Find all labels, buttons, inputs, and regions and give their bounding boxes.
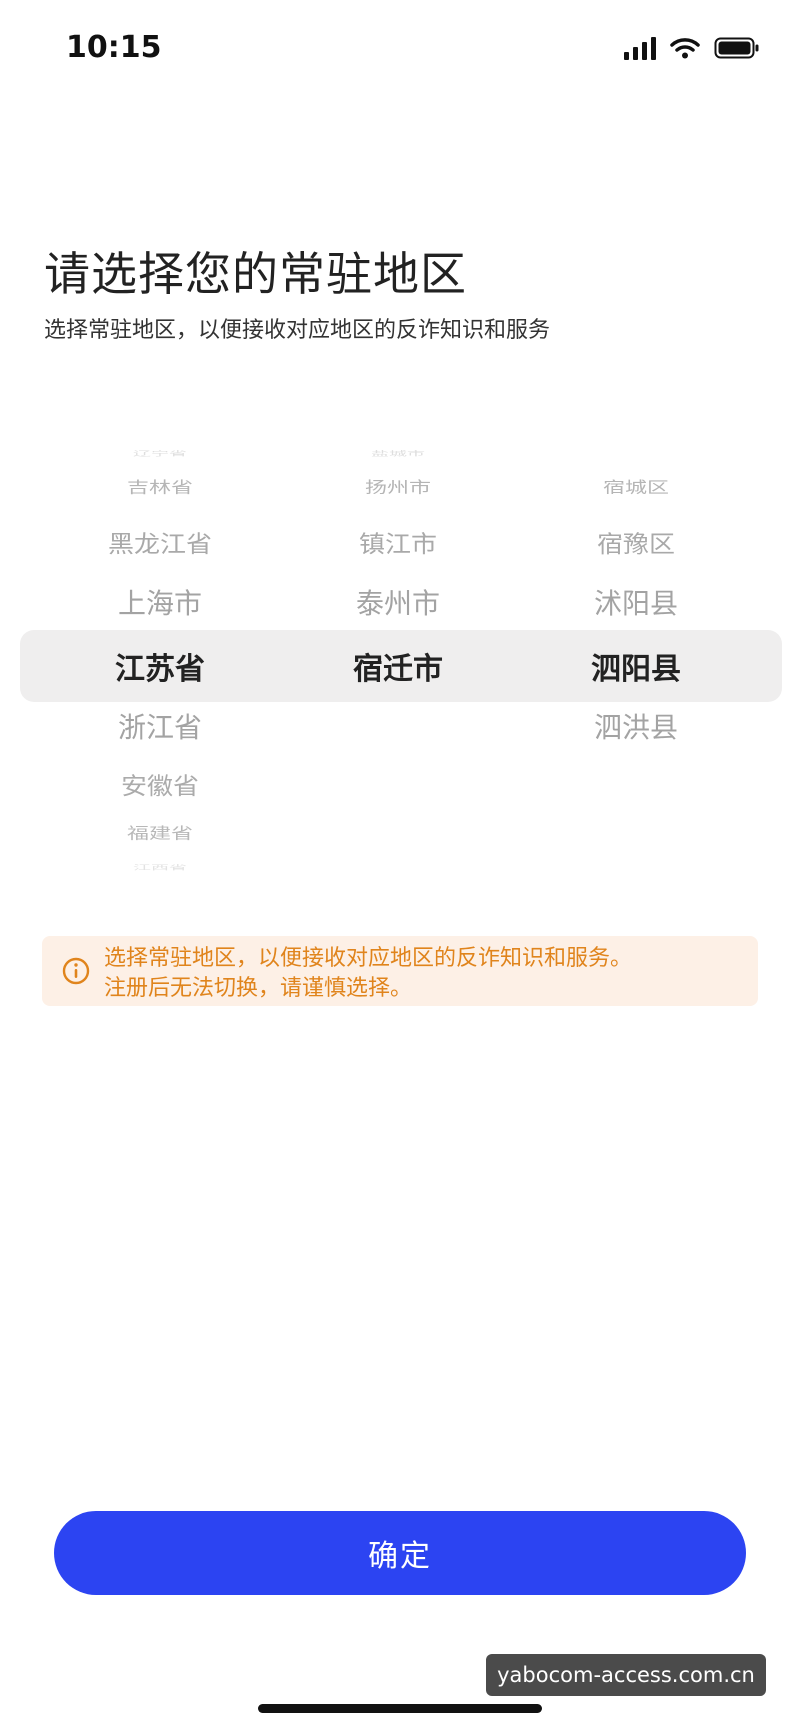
notice-banner: 选择常驻地区，以便接收对应地区的反诈知识和服务。 注册后无法切换，请谨慎选择。 xyxy=(42,936,758,1006)
picker-item[interactable]: 盐城市 xyxy=(278,448,518,457)
page-subtitle: 选择常驻地区，以便接收对应地区的反诈知识和服务 xyxy=(44,318,551,343)
picker-item[interactable]: 安徽省 xyxy=(40,768,280,801)
picker-item[interactable]: 泰州市 xyxy=(278,582,518,622)
notice-line-1: 选择常驻地区，以便接收对应地区的反诈知识和服务。 xyxy=(104,946,633,971)
status-time: 10:15 xyxy=(66,30,162,65)
watermark: yabocom-access.com.cn xyxy=(486,1654,766,1696)
picker-item[interactable]: 宿城区 xyxy=(516,475,756,497)
picker-item[interactable]: 镇江市 xyxy=(278,526,518,559)
signal-icon xyxy=(624,36,656,60)
picker-item-selected[interactable]: 泗阳县 xyxy=(516,644,756,688)
picker-item-selected[interactable]: 宿迁市 xyxy=(278,644,518,688)
picker-item[interactable]: 宿豫区 xyxy=(516,526,756,559)
notice-line-2: 注册后无法切换，请谨慎选择。 xyxy=(104,976,413,1001)
home-indicator[interactable] xyxy=(258,1704,542,1713)
picker-item[interactable]: 吉林省 xyxy=(40,475,280,497)
picker-item-selected[interactable]: 江苏省 xyxy=(40,644,280,688)
district-column[interactable]: 宿城区 宿豫区 沭阳县 泗阳县 泗洪县 xyxy=(516,440,756,880)
confirm-button[interactable]: 确定 xyxy=(54,1511,746,1595)
status-icons xyxy=(624,36,760,60)
picker-item[interactable]: 福建省 xyxy=(40,821,280,843)
page-title: 请选择您的常驻地区 xyxy=(44,247,467,301)
picker-item[interactable]: 浙江省 xyxy=(40,706,280,746)
picker-item[interactable]: 黑龙江省 xyxy=(40,526,280,559)
picker-item[interactable]: 沭阳县 xyxy=(516,582,756,622)
wifi-icon xyxy=(670,37,700,59)
picker-item[interactable]: 辽宁省 xyxy=(40,448,280,457)
picker-item[interactable]: 上海市 xyxy=(40,582,280,622)
city-column[interactable]: 盐城市 扬州市 镇江市 泰州市 宿迁市 xyxy=(278,440,518,880)
status-bar: 10:15 xyxy=(0,0,800,110)
notice-text: 选择常驻地区，以便接收对应地区的反诈知识和服务。 注册后无法切换，请谨慎选择。 xyxy=(104,944,754,1004)
region-picker[interactable]: 辽宁省 吉林省 黑龙江省 上海市 江苏省 浙江省 安徽省 福建省 江西省 盐城市… xyxy=(0,440,800,880)
info-icon xyxy=(62,957,90,985)
battery-icon xyxy=(714,37,760,59)
province-column[interactable]: 辽宁省 吉林省 黑龙江省 上海市 江苏省 浙江省 安徽省 福建省 江西省 xyxy=(40,440,280,880)
picker-item[interactable]: 扬州市 xyxy=(278,475,518,497)
picker-item[interactable]: 江西省 xyxy=(40,862,280,871)
picker-item[interactable]: 泗洪县 xyxy=(516,706,756,746)
